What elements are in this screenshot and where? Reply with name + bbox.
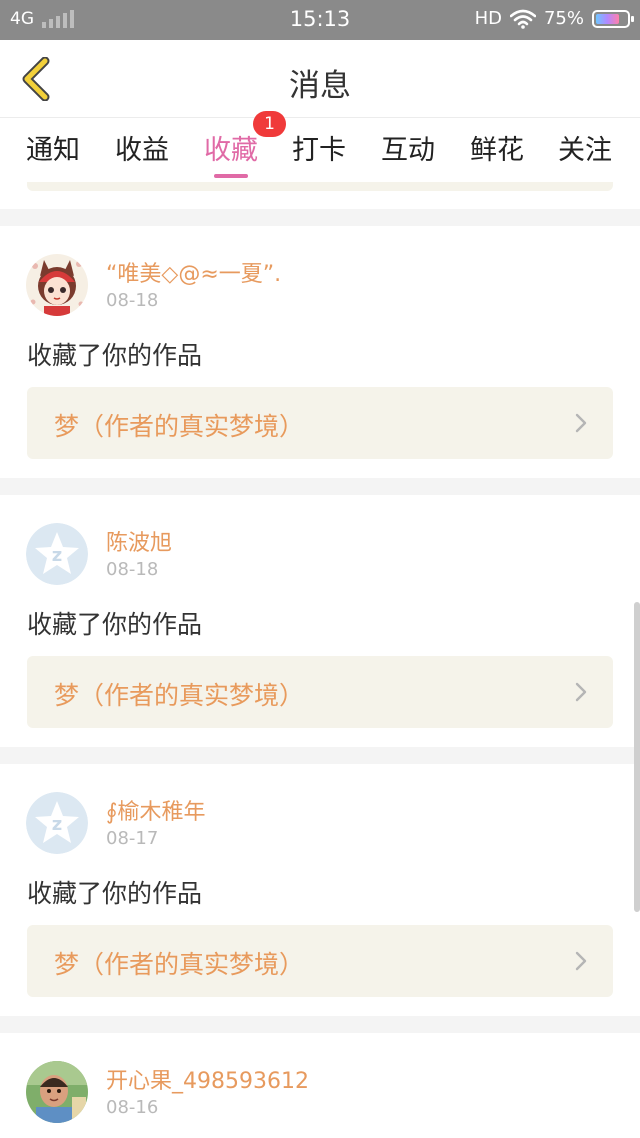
chevron-right-icon [575,413,587,433]
tab-favorites[interactable]: 收藏 [204,128,258,167]
page-title: 消息 [289,68,351,104]
message-date: 08-17 [106,828,159,849]
cartoon-girl-avatar-icon [26,254,88,316]
svg-text:z: z [52,545,62,566]
username[interactable]: “唯美◇@≈一夏”. [106,256,281,288]
avatar[interactable] [26,1061,88,1123]
tab-bar: 通知 收益 收藏 打卡 互动 鲜花 关注 [0,118,640,182]
favorites-badge: 1 [253,111,286,137]
default-qzone-avatar-icon: z [26,792,88,854]
avatar[interactable]: z [26,523,88,585]
message-date: 08-18 [106,559,159,580]
action-text: 收藏了你的作品 [27,879,203,908]
svg-text:z: z [52,814,62,835]
wifi-icon [509,9,536,29]
work-link[interactable]: 梦（作者的真实梦境） [27,925,613,997]
work-row-partial [27,182,613,191]
list-item-partial [0,182,640,209]
tab-earnings[interactable]: 收益 [115,128,169,167]
scrollbar[interactable] [634,602,640,912]
list-item: 开心果_498593612 08-16 [0,1033,640,1138]
hd-indicator: HD [474,8,502,29]
tab-checkin[interactable]: 打卡 [292,128,346,167]
chevron-right-icon [575,951,587,971]
work-title: 梦（作者的真实梦境） [54,681,305,710]
username[interactable]: 陈波旭 [106,525,172,557]
tab-flowers[interactable]: 鲜花 [470,128,524,167]
username[interactable]: 开心果_498593612 [106,1063,309,1095]
list-item: “唯美◇@≈一夏”. 08-18 收藏了你的作品 梦（作者的真实梦境） [0,226,640,478]
work-link[interactable]: 梦（作者的真实梦境） [27,656,613,728]
work-title: 梦（作者的真实梦境） [54,950,305,979]
username[interactable]: ∮榆木稚年 [106,794,205,826]
tab-interactions[interactable]: 互动 [381,128,435,167]
app-header: 消息 [0,40,640,118]
work-title: 梦（作者的真实梦境） [54,412,305,441]
message-date: 08-18 [106,290,159,311]
list-item: z ∮榆木稚年 08-17 收藏了你的作品 梦（作者的真实梦境） [0,764,640,1016]
default-qzone-avatar-icon: z [26,523,88,585]
avatar[interactable] [26,254,88,316]
list-item: z 陈波旭 08-18 收藏了你的作品 梦（作者的真实梦境） [0,495,640,747]
tab-following[interactable]: 关注 [558,128,612,167]
message-date: 08-16 [106,1097,159,1118]
active-tab-indicator [214,174,248,178]
action-text: 收藏了你的作品 [27,610,203,639]
chevron-right-icon [575,682,587,702]
photo-child-avatar-icon [26,1061,88,1123]
work-link[interactable]: 梦（作者的真实梦境） [27,387,613,459]
action-text: 收藏了你的作品 [27,341,203,370]
status-icons: HD 75% [474,8,634,29]
battery-icon [592,9,634,28]
status-bar: 4G 15:13 HD 75% [0,0,640,40]
tab-notifications[interactable]: 通知 [26,128,80,167]
battery-fill [596,13,619,24]
battery-percent: 75% [543,8,584,29]
avatar[interactable]: z [26,792,88,854]
message-list[interactable]: “唯美◇@≈一夏”. 08-18 收藏了你的作品 梦（作者的真实梦境） z 陈波… [0,182,640,1138]
